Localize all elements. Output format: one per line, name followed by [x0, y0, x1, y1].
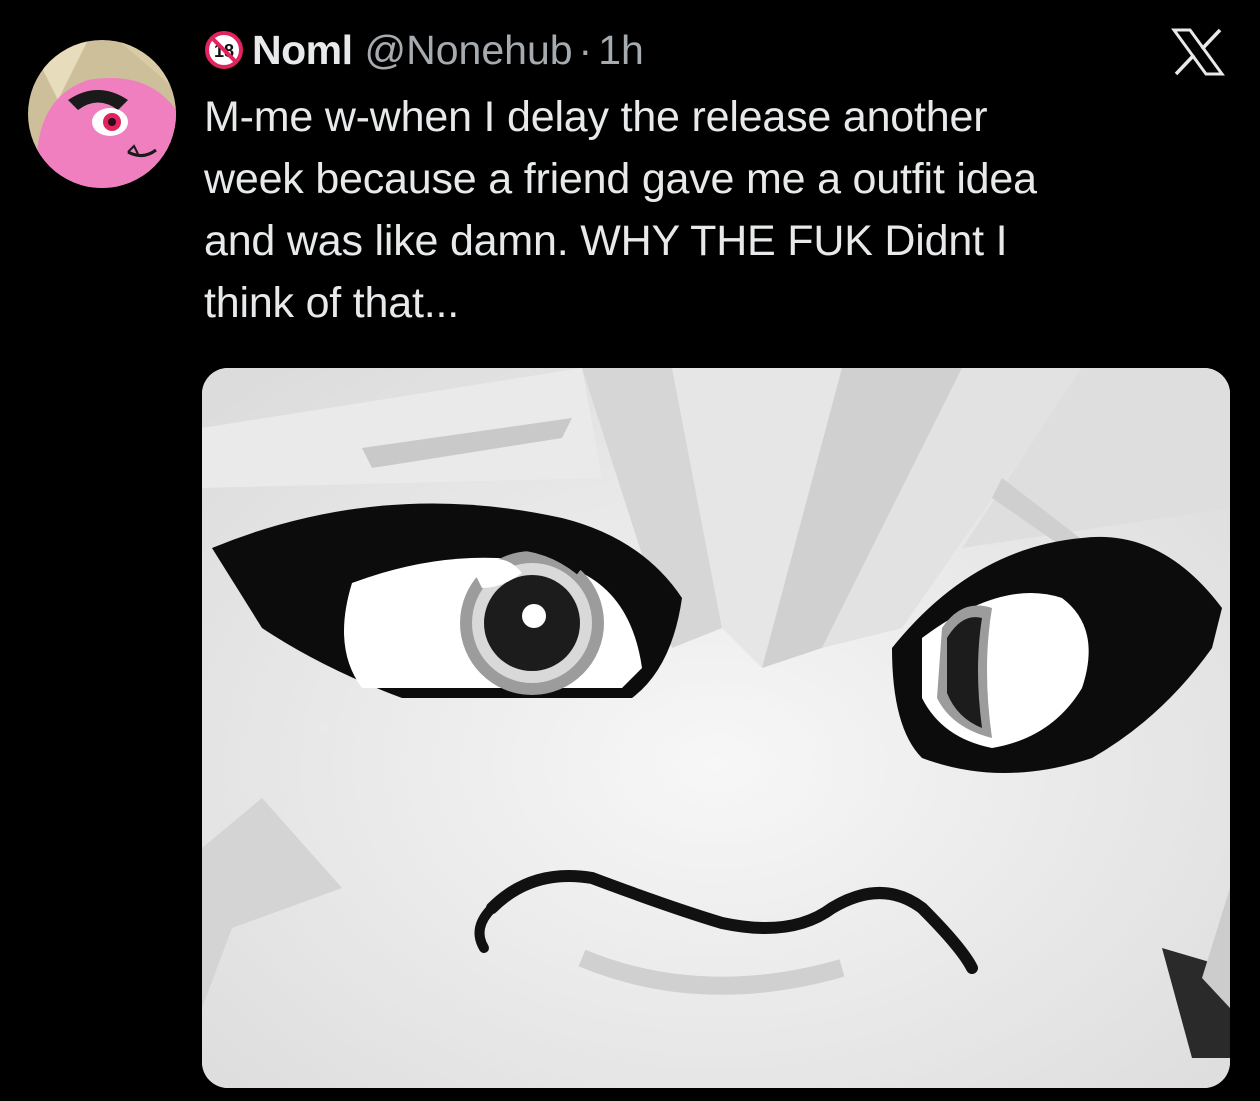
- age-18-restricted-icon: 18: [204, 30, 244, 70]
- tweet-media[interactable]: [202, 368, 1230, 1088]
- author-avatar[interactable]: [28, 40, 176, 188]
- tweet-timestamp[interactable]: 1h: [598, 27, 644, 74]
- x-logo-icon[interactable]: [1170, 28, 1226, 76]
- author-handle[interactable]: @Nonehub: [365, 27, 573, 74]
- separator-dot: ·: [578, 26, 593, 73]
- avatar-pink-character-icon: [28, 40, 176, 188]
- tweet-text: M-me w-when I delay the release another …: [204, 93, 1037, 327]
- author-display-name[interactable]: Noml: [252, 27, 353, 74]
- tweet-header: 18 Noml @Nonehub · 1h: [204, 22, 644, 78]
- grayscale-angry-character-face-image: [202, 368, 1230, 1088]
